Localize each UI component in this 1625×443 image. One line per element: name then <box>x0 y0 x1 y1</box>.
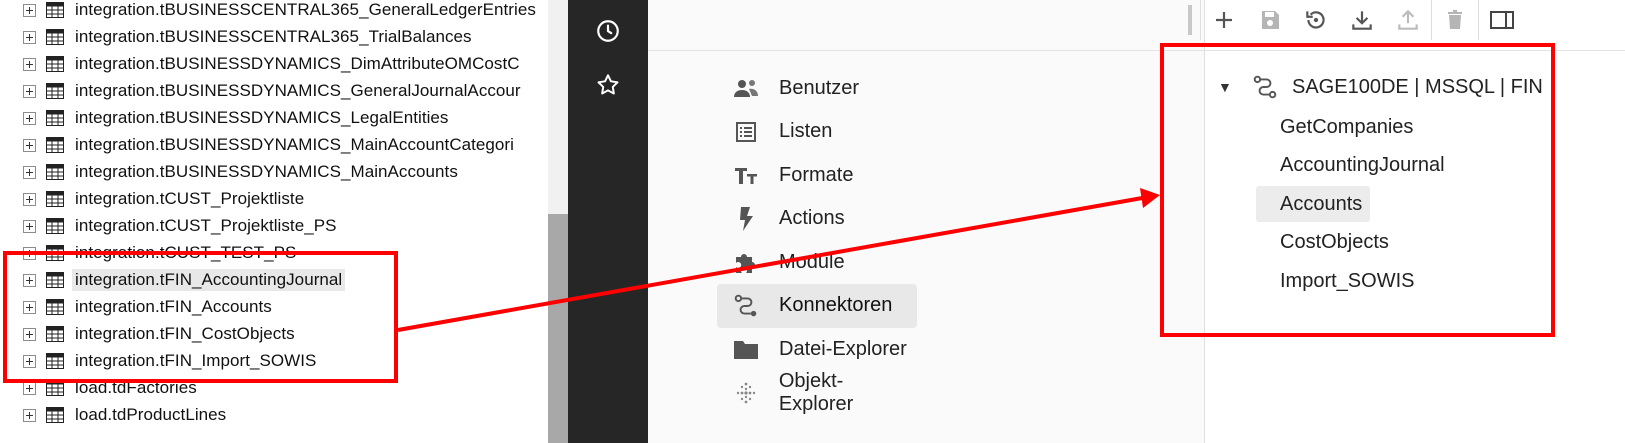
table-icon <box>46 29 64 45</box>
expand-plus-icon[interactable] <box>23 138 36 152</box>
menu-item-benutzer[interactable]: Benutzer <box>717 66 917 110</box>
table-icon <box>46 164 64 180</box>
tree-row-label: integration.tBUSINESSCENTRAL365_GeneralL… <box>75 0 536 19</box>
splitter-handle[interactable] <box>1188 5 1192 35</box>
expand-plus-icon[interactable] <box>23 408 36 422</box>
tree-row[interactable]: integration.tBUSINESSDYNAMICS_GeneralJou… <box>0 79 548 103</box>
table-icon <box>46 2 64 18</box>
tree-row-label: integration.tBUSINESSDYNAMICS_DimAttribu… <box>75 54 520 73</box>
menu-item-label: Listen <box>779 120 833 142</box>
expand-plus-icon[interactable] <box>23 219 36 233</box>
tree-row-label: integration.tBUSINESSDYNAMICS_LegalEntit… <box>75 108 449 127</box>
tree-row[interactable]: integration.tCUST_Projektliste_PS <box>0 214 548 238</box>
tree-row[interactable]: integration.tCUST_Projektliste <box>0 187 548 211</box>
menu-item-label: Benutzer <box>779 76 860 99</box>
tree-row-label: integration.tBUSINESSDYNAMICS_MainAccoun… <box>75 135 514 154</box>
expand-plus-icon[interactable] <box>23 381 36 395</box>
menu-item-label: Actions <box>779 207 845 229</box>
delete-icon[interactable] <box>1438 3 1472 37</box>
add-icon[interactable] <box>1207 3 1241 37</box>
connector-icon <box>731 291 761 321</box>
icon-rail <box>568 0 648 443</box>
table-icon <box>46 83 64 99</box>
annotation-box-target <box>1160 43 1555 337</box>
dots-grid-icon <box>731 378 761 408</box>
tree-row[interactable]: integration.tBUSINESSCENTRAL365_GeneralL… <box>0 0 548 22</box>
toolbar <box>1188 0 1625 40</box>
bolt-icon <box>731 204 761 234</box>
tree-row-label: integration.tBUSINESSDYNAMICS_MainAccoun… <box>75 162 458 181</box>
tree-row[interactable]: integration.tBUSINESSCENTRAL365_TrialBal… <box>0 25 548 49</box>
tree-row[interactable]: load.tdProductLines <box>0 403 548 427</box>
folder-icon <box>731 334 761 364</box>
tree-scrollbar-thumb[interactable] <box>548 214 568 443</box>
tree-row[interactable]: integration.tBUSINESSDYNAMICS_LegalEntit… <box>0 106 548 130</box>
menu-item-actions[interactable]: Actions <box>717 197 917 241</box>
expand-plus-icon[interactable] <box>23 84 36 98</box>
list-icon <box>731 117 761 147</box>
menu-item-konnektoren[interactable]: Konnektoren <box>717 283 917 328</box>
toolbar-separator <box>1200 0 1201 40</box>
tree-row-label: integration.tBUSINESSDYNAMICS_GeneralJou… <box>75 81 521 100</box>
menu-item-datei-explorer[interactable]: Datei-Explorer <box>717 327 917 371</box>
expand-plus-icon[interactable] <box>23 57 36 71</box>
menu-item-objekt-explorer[interactable]: Objekt-Explorer <box>717 369 917 415</box>
toolbar-separator <box>1478 0 1479 40</box>
expand-plus-icon[interactable] <box>23 165 36 179</box>
menu-item-label: Formate <box>779 163 854 186</box>
menu-item-module[interactable]: Module <box>717 240 917 284</box>
users-icon <box>731 73 761 103</box>
puzzle-icon <box>731 247 761 277</box>
expand-plus-icon[interactable] <box>23 111 36 125</box>
expand-plus-icon[interactable] <box>23 3 36 17</box>
tree-row-label: integration.tCUST_Projektliste <box>75 189 305 208</box>
text-format-icon <box>731 160 761 190</box>
tree-row-label: load.tdProductLines <box>75 405 227 424</box>
save-icon[interactable] <box>1253 3 1287 37</box>
star-icon[interactable] <box>591 68 625 102</box>
upload-icon[interactable] <box>1391 3 1425 37</box>
tree-row[interactable]: integration.tBUSINESSDYNAMICS_MainAccoun… <box>0 133 548 157</box>
menu-divider <box>648 50 1204 51</box>
menu-item-label: Konnektoren <box>779 294 893 316</box>
history-icon[interactable] <box>591 14 625 48</box>
menu-item-formate[interactable]: Formate <box>717 153 917 197</box>
menu-item-label: Datei-Explorer <box>779 337 907 360</box>
tree-row-label: integration.tCUST_Projektliste_PS <box>75 216 337 235</box>
menu-item-label: Objekt-Explorer <box>778 369 854 415</box>
table-icon <box>46 191 64 207</box>
annotation-box-source <box>3 251 398 383</box>
table-icon <box>46 137 64 153</box>
tree-row-label: integration.tBUSINESSCENTRAL365_TrialBal… <box>75 27 472 46</box>
menu-item-label: Module <box>779 250 845 273</box>
table-icon <box>46 218 64 234</box>
download-icon[interactable] <box>1345 3 1379 37</box>
panel-icon[interactable] <box>1485 3 1519 37</box>
table-icon <box>46 407 64 423</box>
menu-item-listen[interactable]: Listen <box>717 110 917 154</box>
table-icon <box>46 56 64 72</box>
tree-row[interactable]: integration.tBUSINESSDYNAMICS_DimAttribu… <box>0 52 548 76</box>
table-icon <box>46 110 64 126</box>
tree-row[interactable]: integration.tBUSINESSDYNAMICS_MainAccoun… <box>0 160 548 184</box>
expand-plus-icon[interactable] <box>23 30 36 44</box>
reset-icon[interactable] <box>1299 3 1333 37</box>
expand-plus-icon[interactable] <box>23 192 36 206</box>
toolbar-separator <box>1431 0 1432 40</box>
